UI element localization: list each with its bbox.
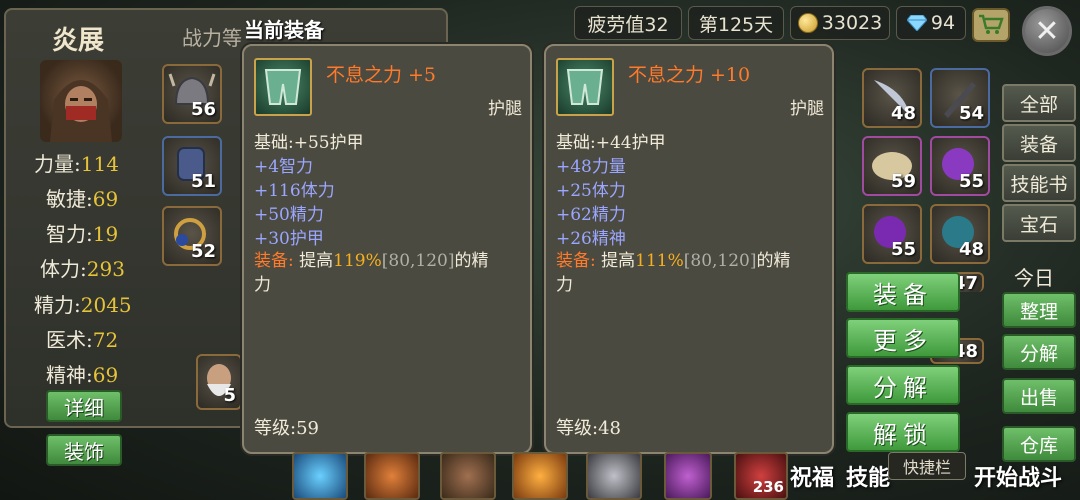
potion-icon[interactable]: [664, 452, 712, 500]
stat-agility: 敏捷:69: [46, 187, 119, 211]
shop-cart-button[interactable]: [972, 8, 1010, 42]
equip-effect-cont: 力: [556, 275, 573, 295]
slot-level: 52: [190, 241, 216, 262]
character-name: 炎展: [52, 26, 105, 56]
cart-icon: [979, 14, 1004, 34]
inventory-slot[interactable]: 48: [862, 68, 922, 128]
unlock-button[interactable]: 解锁: [846, 412, 960, 452]
slot-level: 54: [958, 103, 984, 124]
item-level: 等级:59: [254, 418, 319, 439]
quick-bar-button[interactable]: 快捷栏: [888, 452, 966, 480]
bonus-stat: +62精力: [556, 205, 626, 225]
current-equip-tooltip: 不息之力 +5 护腿 基础:+55护甲 +4智力 +116体力 +50精力 +30…: [242, 44, 532, 454]
stat-intelligence: 智力:19: [46, 222, 119, 246]
tab-skill-books[interactable]: 技能书: [1002, 164, 1076, 202]
equip-slot-helmet[interactable]: 56: [162, 64, 222, 124]
sort-button[interactable]: 整理: [1002, 292, 1076, 328]
enhance-level: +5: [408, 64, 437, 86]
leg-armor-icon: [254, 58, 312, 116]
item-red-blade-icon[interactable]: 236: [734, 452, 788, 500]
bonus-stat: +116体力: [254, 181, 335, 201]
skill-spear-icon[interactable]: [440, 452, 496, 500]
inventory-slot[interactable]: 48: [930, 204, 990, 264]
bonus-stat: +48力量: [556, 157, 626, 177]
day-display: 第125天: [688, 6, 784, 40]
enhance-level: +10: [710, 64, 751, 86]
skill-lightning-icon[interactable]: [292, 452, 348, 500]
accessory-button[interactable]: 装饰: [46, 434, 122, 466]
slot-level: 48: [890, 103, 916, 124]
compare-item-tooltip: 不息之力 +10 护腿 基础:+44护甲 +48力量 +25体力 +62精力 +2…: [544, 44, 834, 454]
stat-stamina: 体力:293: [40, 257, 125, 281]
slot-level: 56: [190, 99, 216, 120]
close-button[interactable]: ✕: [1022, 6, 1072, 56]
power-label: 战力等: [182, 26, 242, 50]
stat-strength: 力量:114: [34, 152, 119, 176]
blessing-label[interactable]: 祝福: [790, 460, 834, 492]
sell-button[interactable]: 出售: [1002, 378, 1076, 414]
inventory-slot[interactable]: 54: [930, 68, 990, 128]
stat-medicine: 医术:72: [46, 328, 119, 352]
diamond-icon: [906, 15, 927, 31]
slot-level: 48: [958, 239, 984, 260]
warehouse-button[interactable]: 仓库: [1002, 426, 1076, 462]
skill-label[interactable]: 技能: [846, 460, 890, 492]
equip-slot-ring[interactable]: 52: [162, 206, 222, 266]
companion-level: 5: [223, 385, 236, 406]
stat-spirit: 精神:69: [46, 363, 119, 387]
gold-display: 33023: [790, 6, 890, 40]
slot-level: 55: [890, 239, 916, 260]
inventory-slot[interactable]: 55: [930, 136, 990, 196]
gold-coin-icon: [797, 13, 818, 33]
slot-level: 55: [958, 171, 984, 192]
equip-button[interactable]: 装备: [846, 272, 960, 312]
today-label: 今日: [1014, 266, 1054, 290]
item-name: 不息之力 +5: [326, 64, 437, 86]
more-button[interactable]: 更多: [846, 318, 960, 358]
slot-type: 护腿: [790, 99, 824, 119]
character-portrait: [40, 60, 122, 142]
skill-fire-icon[interactable]: [512, 452, 568, 500]
decompose-all-button[interactable]: 分解: [1002, 334, 1076, 370]
gem-amount: 94: [930, 12, 956, 34]
equip-slot-bracer[interactable]: 51: [162, 136, 222, 196]
bonus-stat: +25体力: [556, 181, 626, 201]
slot-level: 51: [190, 171, 216, 192]
companion-slot[interactable]: 5: [196, 354, 242, 410]
slot-type: 护腿: [488, 99, 522, 119]
item-count: 236: [752, 478, 784, 496]
skill-sword-icon[interactable]: [586, 452, 642, 500]
inventory-slot[interactable]: 59: [862, 136, 922, 196]
skill-fist-icon[interactable]: [364, 452, 420, 500]
fatigue-text: 疲劳值32: [587, 13, 669, 36]
base-stat: 基础:+55护甲: [254, 133, 364, 153]
base-stat: 基础:+44护甲: [556, 133, 666, 153]
equip-effect-cont: 力: [254, 275, 271, 295]
tab-gems[interactable]: 宝石: [1002, 204, 1076, 242]
current-equip-title: 当前装备: [244, 18, 324, 42]
stat-energy: 精力:2045: [34, 293, 132, 317]
item-level: 等级:48: [556, 418, 621, 439]
equip-effect: 装备: 提高111%[80,120]的精: [556, 251, 791, 271]
tab-all[interactable]: 全部: [1002, 84, 1076, 122]
equip-effect: 装备: 提高119%[80,120]的精: [254, 251, 489, 271]
start-battle-button[interactable]: 开始战斗: [974, 460, 1062, 492]
slot-level: 59: [890, 171, 916, 192]
detail-button[interactable]: 详细: [46, 390, 122, 422]
item-name: 不息之力 +10: [628, 64, 751, 86]
bonus-stat: +4智力: [254, 157, 314, 177]
day-text: 第125天: [698, 13, 774, 36]
decompose-button[interactable]: 分解: [846, 365, 960, 405]
bonus-stat: +50精力: [254, 205, 324, 225]
tab-equipment[interactable]: 装备: [1002, 124, 1076, 162]
gem-display: 94: [896, 6, 966, 40]
leg-armor-icon: [556, 58, 614, 116]
close-icon: ✕: [1034, 13, 1060, 49]
hooded-figure-icon: [50, 80, 112, 142]
gold-amount: 33023: [821, 12, 883, 34]
fatigue-display: 疲劳值32: [574, 6, 682, 40]
inventory-slot[interactable]: 55: [862, 204, 922, 264]
